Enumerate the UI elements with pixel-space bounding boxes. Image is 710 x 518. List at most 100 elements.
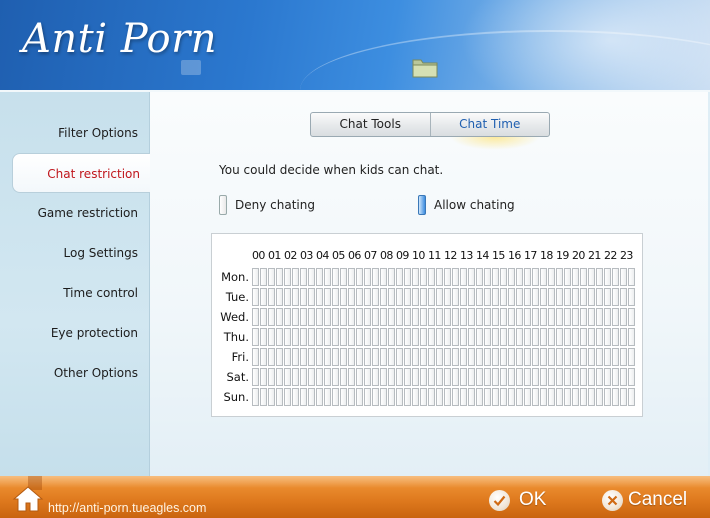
time-slot-cell[interactable]	[556, 348, 563, 366]
hour-label[interactable]: 22	[604, 249, 620, 262]
time-slot-cell[interactable]	[444, 288, 451, 306]
time-slot-cell[interactable]	[324, 308, 331, 326]
time-slot-cell[interactable]	[260, 308, 267, 326]
time-slot-cell[interactable]	[436, 328, 443, 346]
time-slot-cell[interactable]	[388, 368, 395, 386]
time-slot-cell[interactable]	[540, 268, 547, 286]
time-slot-cell[interactable]	[292, 348, 299, 366]
time-slot-cell[interactable]	[468, 368, 475, 386]
time-slot-cell[interactable]	[556, 328, 563, 346]
time-slot-cell[interactable]	[628, 288, 635, 306]
time-slot-cell[interactable]	[532, 268, 539, 286]
time-slot-cell[interactable]	[540, 328, 547, 346]
time-slot-cell[interactable]	[516, 388, 523, 406]
time-slot-cell[interactable]	[380, 308, 387, 326]
time-slot-cell[interactable]	[340, 368, 347, 386]
time-slot-cell[interactable]	[476, 328, 483, 346]
time-slot-cell[interactable]	[500, 308, 507, 326]
time-slot-cell[interactable]	[596, 328, 603, 346]
time-slot-cell[interactable]	[316, 388, 323, 406]
day-label[interactable]: Wed.	[212, 310, 249, 324]
time-slot-cell[interactable]	[364, 308, 371, 326]
time-slot-cell[interactable]	[388, 348, 395, 366]
time-slot-cell[interactable]	[372, 348, 379, 366]
time-slot-cell[interactable]	[340, 268, 347, 286]
time-slot-cell[interactable]	[276, 288, 283, 306]
time-slot-cell[interactable]	[564, 268, 571, 286]
sidebar-item-filter-options[interactable]: Filter Options	[0, 113, 148, 153]
time-slot-cell[interactable]	[428, 368, 435, 386]
time-slot-cell[interactable]	[420, 308, 427, 326]
time-slot-cell[interactable]	[604, 368, 611, 386]
time-slot-cell[interactable]	[348, 388, 355, 406]
time-slot-cell[interactable]	[444, 308, 451, 326]
time-slot-cell[interactable]	[556, 308, 563, 326]
time-slot-cell[interactable]	[548, 288, 555, 306]
time-slot-cell[interactable]	[316, 268, 323, 286]
time-slot-cell[interactable]	[452, 368, 459, 386]
time-slot-cell[interactable]	[308, 388, 315, 406]
time-slot-cell[interactable]	[252, 388, 259, 406]
time-slot-cell[interactable]	[508, 288, 515, 306]
time-slot-cell[interactable]	[492, 348, 499, 366]
time-slot-cell[interactable]	[556, 388, 563, 406]
time-slot-cell[interactable]	[332, 288, 339, 306]
time-slot-cell[interactable]	[364, 368, 371, 386]
time-slot-cell[interactable]	[428, 348, 435, 366]
time-slot-cell[interactable]	[348, 328, 355, 346]
time-slot-cell[interactable]	[564, 328, 571, 346]
time-slot-cell[interactable]	[300, 348, 307, 366]
time-slot-cell[interactable]	[340, 388, 347, 406]
website-link[interactable]: http://anti-porn.tueagles.com	[48, 501, 206, 515]
time-slot-cell[interactable]	[396, 328, 403, 346]
time-slot-cell[interactable]	[252, 308, 259, 326]
time-slot-cell[interactable]	[444, 268, 451, 286]
time-slot-cell[interactable]	[524, 388, 531, 406]
time-slot-cell[interactable]	[404, 348, 411, 366]
time-slot-cell[interactable]	[316, 308, 323, 326]
time-slot-cell[interactable]	[284, 268, 291, 286]
time-slot-cell[interactable]	[588, 328, 595, 346]
time-slot-cell[interactable]	[628, 308, 635, 326]
time-slot-cell[interactable]	[588, 388, 595, 406]
time-slot-cell[interactable]	[620, 348, 627, 366]
day-label[interactable]: Fri.	[212, 350, 249, 364]
time-slot-cell[interactable]	[524, 268, 531, 286]
time-slot-cell[interactable]	[436, 368, 443, 386]
time-slot-cell[interactable]	[396, 268, 403, 286]
time-slot-cell[interactable]	[420, 268, 427, 286]
time-slot-cell[interactable]	[380, 388, 387, 406]
time-slot-cell[interactable]	[524, 308, 531, 326]
time-slot-cell[interactable]	[492, 268, 499, 286]
time-slot-cell[interactable]	[516, 268, 523, 286]
time-slot-cell[interactable]	[268, 308, 275, 326]
time-slot-cell[interactable]	[540, 368, 547, 386]
time-slot-cell[interactable]	[292, 388, 299, 406]
time-slot-cell[interactable]	[468, 288, 475, 306]
time-slot-cell[interactable]	[428, 308, 435, 326]
time-slot-cell[interactable]	[404, 328, 411, 346]
time-slot-cell[interactable]	[588, 288, 595, 306]
time-slot-cell[interactable]	[460, 328, 467, 346]
time-slot-cell[interactable]	[460, 308, 467, 326]
time-slot-cell[interactable]	[476, 288, 483, 306]
time-slot-cell[interactable]	[532, 308, 539, 326]
time-slot-cell[interactable]	[476, 308, 483, 326]
time-slot-cell[interactable]	[252, 368, 259, 386]
sidebar-item-time-control[interactable]: Time control	[0, 273, 148, 313]
cancel-button[interactable]: Cancel	[602, 487, 687, 513]
time-slot-cell[interactable]	[460, 288, 467, 306]
time-slot-cell[interactable]	[516, 308, 523, 326]
time-slot-cell[interactable]	[524, 288, 531, 306]
sidebar-item-eye-protection[interactable]: Eye protection	[0, 313, 148, 353]
time-slot-cell[interactable]	[516, 368, 523, 386]
time-slot-cell[interactable]	[484, 348, 491, 366]
time-slot-cell[interactable]	[300, 368, 307, 386]
time-slot-cell[interactable]	[300, 288, 307, 306]
time-slot-cell[interactable]	[268, 368, 275, 386]
time-slot-cell[interactable]	[364, 348, 371, 366]
time-slot-cell[interactable]	[388, 308, 395, 326]
time-slot-cell[interactable]	[532, 288, 539, 306]
time-slot-cell[interactable]	[572, 308, 579, 326]
time-slot-cell[interactable]	[620, 328, 627, 346]
